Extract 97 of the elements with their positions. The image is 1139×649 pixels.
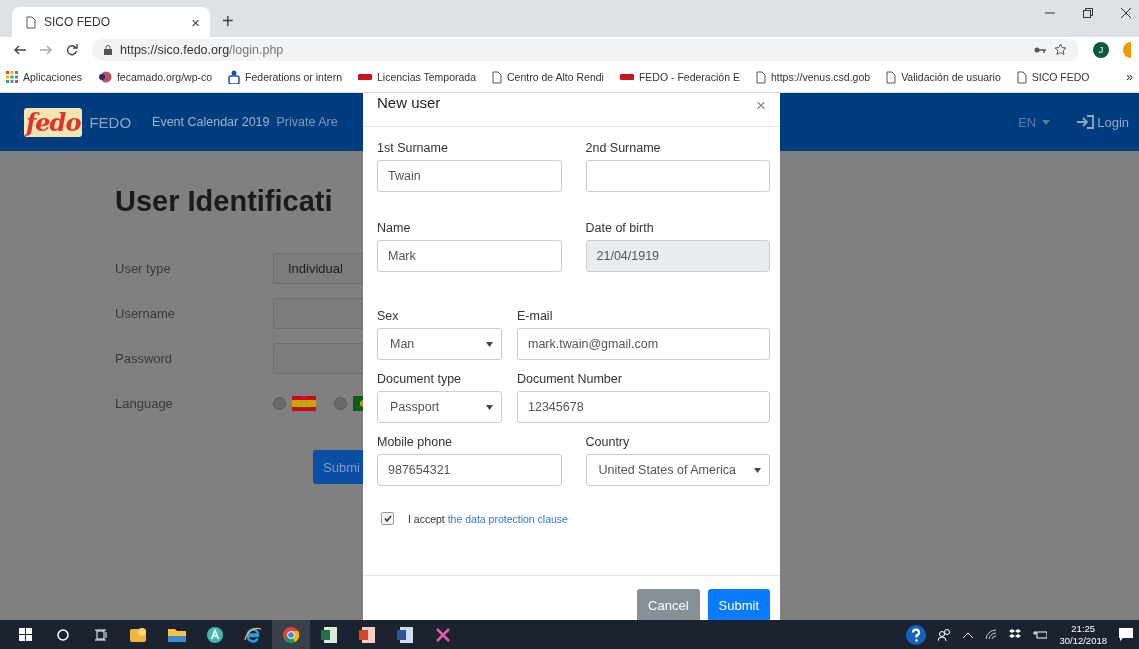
dropdown-caret-icon — [486, 341, 493, 347]
key-icon[interactable] — [1034, 45, 1046, 54]
circle-a-icon[interactable] — [207, 626, 223, 643]
bookmark-item[interactable]: fecamado.org/wp-co — [97, 71, 213, 83]
page-heading: User Identificati — [115, 185, 334, 218]
more-bookmarks-button[interactable]: » — [1126, 70, 1133, 84]
close-button[interactable]: × — [756, 97, 766, 114]
folder-icon[interactable] — [168, 627, 186, 642]
spain-flag-icon — [292, 396, 316, 411]
people-icon[interactable] — [938, 628, 952, 641]
field-label: Sex — [377, 309, 400, 323]
radio-button[interactable] — [334, 397, 347, 410]
bookmark-star-icon[interactable] — [1054, 43, 1067, 56]
page-icon — [755, 70, 766, 84]
select-field[interactable]: Individual — [273, 253, 363, 284]
nav-link[interactable]: Event Calendar 2019 — [152, 115, 270, 129]
browser-tab[interactable]: SICO FEDO × — [12, 7, 210, 37]
select-field[interactable]: United States of America — [585, 454, 770, 486]
close-icon[interactable] — [1121, 8, 1131, 18]
text-input[interactable]: Twain — [377, 160, 562, 192]
restore-icon[interactable] — [1083, 8, 1093, 18]
fedo-logo[interactable]: fedo — [24, 107, 83, 137]
nav-link[interactable]: Private Are — [276, 115, 338, 129]
profile-avatar[interactable]: J — [1093, 41, 1109, 58]
page-icon — [492, 70, 503, 84]
new-tab-button[interactable]: + — [222, 10, 234, 33]
checkbox[interactable] — [381, 512, 394, 525]
consent-text: I accept the data protection clause — [408, 512, 568, 525]
text-input[interactable]: mark.twain@gmail.com — [517, 328, 770, 360]
field-label: Country — [585, 435, 631, 449]
login-link[interactable]: Login — [1077, 114, 1129, 130]
bookmark-item[interactable]: https://venus.csd.gob — [755, 70, 871, 84]
fedo-favicon-icon — [619, 73, 634, 81]
data-protection-link[interactable]: the data protection clause — [447, 512, 568, 525]
dropdown-caret-icon — [486, 404, 493, 410]
bookmark-item[interactable]: FEDO - Federación E — [619, 71, 740, 83]
text-input[interactable]: Mark — [377, 240, 562, 272]
document-icon[interactable] — [397, 626, 413, 643]
text-input[interactable]: 12345678 — [517, 391, 770, 423]
wifi-icon[interactable] — [985, 629, 998, 640]
select-field[interactable]: Man — [377, 328, 502, 360]
snipping-tool-icon[interactable] — [435, 626, 451, 643]
search-icon[interactable] — [57, 628, 69, 641]
field-label: Date of birth — [585, 221, 655, 235]
fedo-favicon-icon — [358, 73, 372, 81]
text-input[interactable] — [273, 298, 363, 329]
login-arrow-icon — [1077, 115, 1095, 129]
field-label: E-mail — [517, 309, 554, 323]
form-label: Password — [115, 351, 174, 366]
page-icon — [886, 70, 897, 84]
chrome-browser-icon[interactable] — [283, 626, 299, 643]
address-bar[interactable]: https://sico.fedo.org/login.php — [92, 38, 1079, 61]
close-tab-button[interactable]: × — [191, 13, 200, 31]
bookmark-item[interactable]: Licencias Temporada — [358, 71, 477, 83]
bookmark-item[interactable]: Centro de Alto Rendi — [492, 70, 604, 84]
field-label: Document Number — [517, 372, 623, 386]
form-label: Language — [115, 396, 174, 411]
task-view-icon[interactable] — [95, 628, 107, 641]
windows-start-icon[interactable] — [18, 628, 32, 641]
page-icon — [1016, 70, 1027, 84]
field-label: 1st Surname — [377, 141, 449, 155]
caret-icon — [1042, 119, 1051, 125]
bookmark-item[interactable]: SICO FEDO — [1016, 70, 1090, 84]
field-label: Name — [377, 221, 412, 235]
field-label: Mobile phone — [377, 435, 454, 449]
radio-button[interactable] — [273, 397, 286, 410]
brand-name[interactable]: FEDO — [89, 113, 132, 131]
chevron-up-icon[interactable] — [963, 631, 974, 638]
battery-plug-icon[interactable] — [1033, 629, 1048, 640]
bookmark-item[interactable]: Aplicaciones — [6, 71, 82, 83]
form-label: User type — [115, 261, 172, 276]
dropbox-icon[interactable] — [1009, 629, 1022, 640]
site-favicon-icon — [97, 71, 112, 83]
federation-logo-icon — [228, 70, 241, 84]
help-icon[interactable] — [906, 624, 927, 645]
bookmark-item[interactable]: Validación de usuario — [886, 70, 1001, 84]
submit-button[interactable]: Submit — [707, 589, 770, 620]
page-icon — [26, 15, 36, 29]
lock-icon — [104, 44, 112, 55]
bookmark-item[interactable]: Federations or intern — [228, 70, 342, 84]
form-label: Username — [115, 306, 176, 321]
back-arrow-icon[interactable] — [14, 44, 26, 55]
presentation-icon[interactable] — [359, 626, 375, 643]
apps-grid-icon — [6, 71, 18, 83]
check-icon — [383, 515, 392, 522]
spreadsheet-icon[interactable] — [321, 626, 337, 643]
system-clock[interactable]: 21:25 30/12/2018 — [1059, 623, 1107, 646]
text-input[interactable]: 987654321 — [377, 454, 562, 486]
field-label: Document type — [377, 372, 463, 386]
text-input[interactable] — [273, 343, 363, 374]
globe-e-icon[interactable] — [244, 626, 262, 643]
dialog-title: New user — [377, 94, 442, 111]
field-label: 2nd Surname — [585, 141, 662, 155]
dropdown-caret-icon — [754, 467, 761, 473]
notifications-icon[interactable] — [1119, 628, 1133, 641]
reload-icon[interactable] — [66, 43, 78, 56]
select-field[interactable]: Passport — [377, 391, 502, 423]
